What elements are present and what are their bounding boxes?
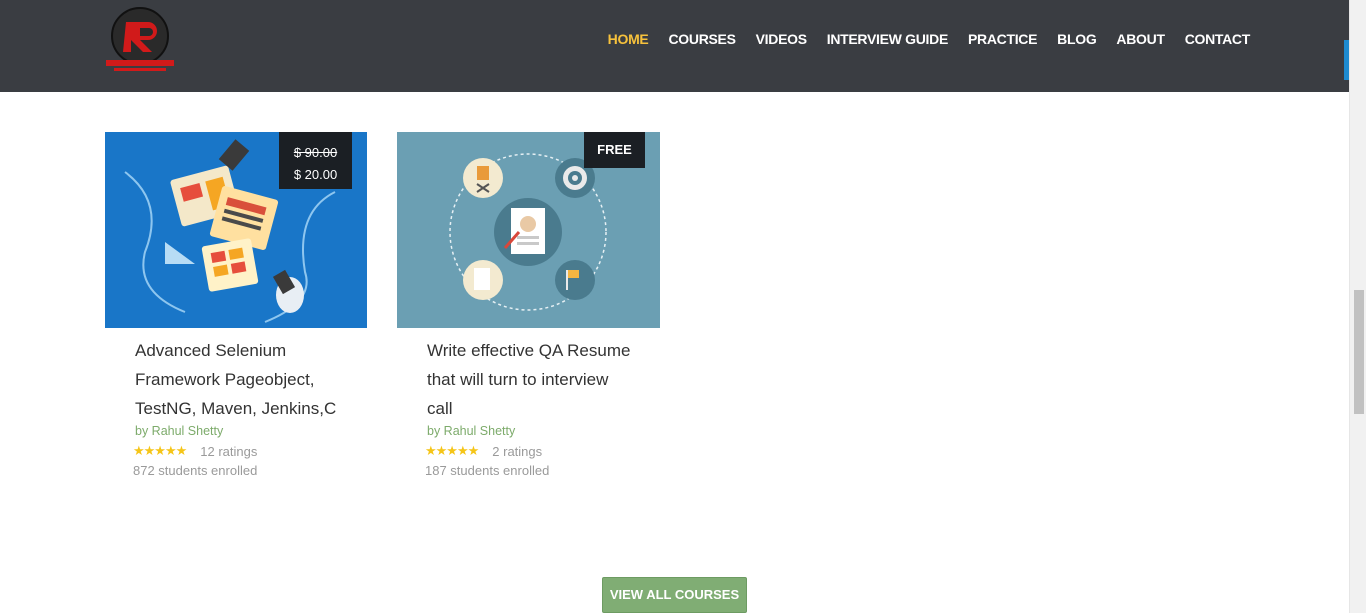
page-scrollbar[interactable] bbox=[1349, 0, 1366, 613]
enrolled-count: 872 students enrolled bbox=[133, 463, 258, 478]
nav-courses[interactable]: COURSES bbox=[668, 31, 735, 47]
course-rating: ★★★★★ 12 ratings bbox=[133, 442, 367, 460]
nav-contact[interactable]: CONTACT bbox=[1185, 31, 1251, 47]
price-badge: $ 90.00 $ 20.00 bbox=[279, 132, 352, 189]
nav-interview-guide[interactable]: INTERVIEW GUIDE bbox=[827, 31, 949, 47]
course-card[interactable]: FREE Write effective QA Resume that will… bbox=[397, 132, 660, 478]
nav-home[interactable]: HOME bbox=[608, 31, 649, 47]
view-all-courses-button[interactable]: VIEW ALL COURSES bbox=[602, 577, 747, 613]
star-rating-icon: ★★★★★ bbox=[133, 443, 187, 458]
course-title[interactable]: Write effective QA Resume that will turn… bbox=[427, 336, 637, 423]
star-rating-icon: ★★★★★ bbox=[425, 443, 479, 458]
nav-about[interactable]: ABOUT bbox=[1116, 31, 1165, 47]
course-image[interactable]: FREE bbox=[397, 132, 660, 328]
price-old: $ 90.00 bbox=[293, 145, 338, 160]
course-rating: ★★★★★ 2 ratings bbox=[425, 442, 660, 460]
nav-videos[interactable]: VIDEOS bbox=[756, 31, 807, 47]
nav-blog[interactable]: BLOG bbox=[1057, 31, 1097, 47]
rating-count: 12 ratings bbox=[200, 443, 258, 459]
rating-count: 2 ratings bbox=[492, 443, 543, 459]
course-image[interactable]: $ 90.00 $ 20.00 bbox=[105, 132, 367, 328]
site-header: HOME COURSES VIDEOS INTERVIEW GUIDE PRAC… bbox=[0, 0, 1366, 92]
scrollbar-thumb[interactable] bbox=[1354, 290, 1364, 414]
rahul-shetty-academy-logo[interactable] bbox=[104, 6, 176, 76]
course-card[interactable]: $ 90.00 $ 20.00 Advanced Selenium Framew… bbox=[105, 132, 367, 478]
course-title[interactable]: Advanced Selenium Framework Pageobject, … bbox=[135, 336, 345, 423]
course-author[interactable]: by Rahul Shetty bbox=[135, 423, 367, 439]
main-nav: HOME COURSES VIDEOS INTERVIEW GUIDE PRAC… bbox=[588, 31, 1251, 47]
nav-practice[interactable]: PRACTICE bbox=[968, 31, 1037, 47]
course-author[interactable]: by Rahul Shetty bbox=[427, 423, 660, 439]
enrolled-count: 187 students enrolled bbox=[425, 463, 550, 478]
free-badge: FREE bbox=[584, 132, 645, 168]
price-new: $ 20.00 bbox=[293, 167, 338, 182]
